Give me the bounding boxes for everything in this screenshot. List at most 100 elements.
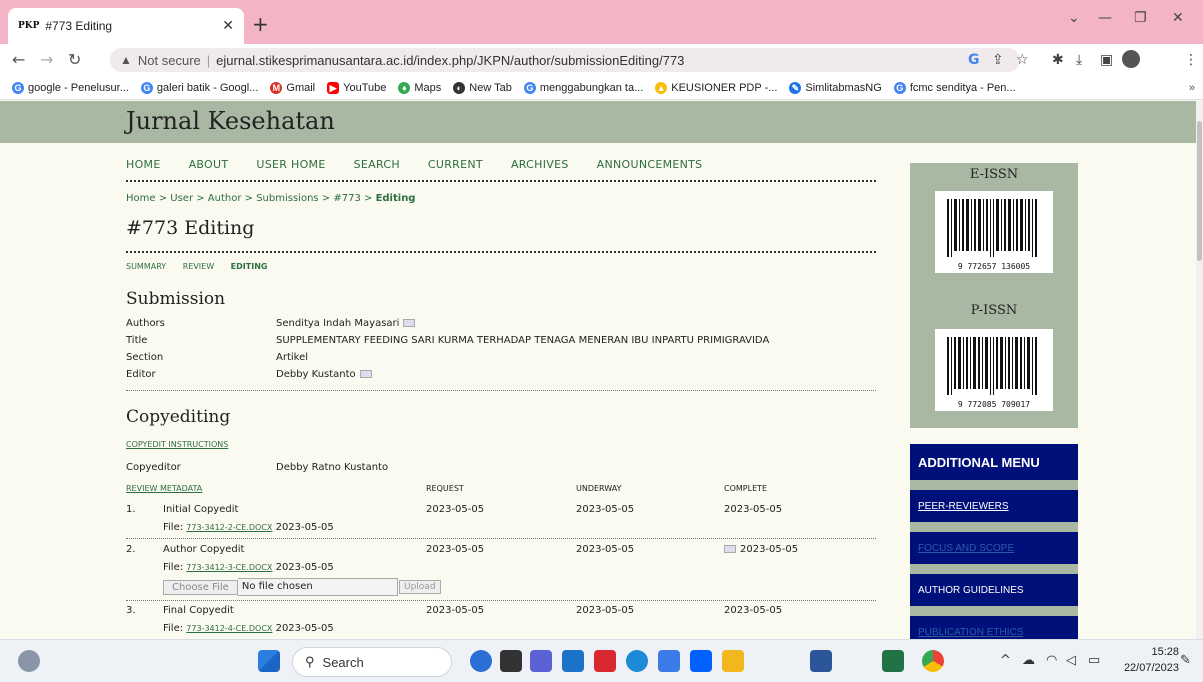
breadcrumb-path[interactable]: Home > User > Author > Submissions > #77… bbox=[126, 193, 376, 204]
underway-date: 2023-05-05 bbox=[576, 605, 635, 616]
copyedit-step-row: 2. Author Copyedit 2023-05-05 2023-05-05… bbox=[126, 544, 876, 576]
bookmark-star-icon[interactable]: ☆ bbox=[1016, 52, 1029, 68]
search-label: Search bbox=[322, 654, 364, 670]
tray-chevron-icon[interactable]: ^ bbox=[1000, 653, 1011, 668]
youtube-icon: ▶ bbox=[327, 81, 340, 94]
bookmark-item[interactable]: Gfcmc senditya - Pen... bbox=[893, 81, 1016, 94]
new-tab-icon[interactable]: + bbox=[252, 12, 269, 36]
windows-start-icon[interactable] bbox=[258, 650, 280, 672]
profile-avatar[interactable] bbox=[1122, 50, 1140, 68]
author-name: Senditya Indah Mayasari bbox=[276, 318, 400, 329]
file-upload-group: Choose File No file chosen Upload bbox=[163, 578, 441, 596]
pissn-barcode: 9 772085 709017 bbox=[935, 329, 1053, 411]
forward-icon[interactable]: → bbox=[40, 50, 53, 69]
bookmark-item[interactable]: M Gmail bbox=[270, 81, 315, 94]
file-explorer-icon[interactable] bbox=[722, 650, 744, 672]
edge-icon[interactable] bbox=[626, 650, 648, 672]
nav-archives[interactable]: ARCHIVES bbox=[511, 158, 569, 180]
copyedit-step-row: 1. Initial Copyedit 2023-05-05 2023-05-0… bbox=[126, 504, 876, 536]
excel-icon[interactable] bbox=[882, 650, 904, 672]
bookmark-item[interactable]: ▲ KEUSIONER PDP -... bbox=[655, 81, 777, 94]
choose-file-button[interactable]: Choose File bbox=[163, 579, 238, 595]
upload-button[interactable]: Upload bbox=[399, 580, 441, 594]
share-icon[interactable]: ⇪ bbox=[992, 52, 1004, 68]
browser-tab[interactable]: PKP #773 Editing ✕ bbox=[8, 8, 244, 44]
download-icon[interactable]: ⤓ bbox=[1076, 52, 1082, 68]
nav-user-home[interactable]: USER HOME bbox=[256, 158, 325, 180]
nav-home[interactable]: HOME bbox=[126, 158, 161, 180]
side-panel-icon[interactable]: ▣ bbox=[1100, 52, 1113, 68]
nav-search[interactable]: SEARCH bbox=[354, 158, 400, 180]
file-date: 2023-05-05 bbox=[275, 623, 334, 634]
address-separator: | bbox=[206, 52, 211, 68]
google-lens-icon[interactable]: G bbox=[968, 52, 980, 68]
email-icon[interactable] bbox=[724, 545, 736, 553]
more-bookmarks-icon[interactable]: » bbox=[1189, 82, 1195, 94]
copyedit-instructions-link[interactable]: COPYEDIT INSTRUCTIONS bbox=[126, 440, 228, 449]
tab-summary[interactable]: SUMMARY bbox=[126, 262, 166, 271]
taskbar-search[interactable]: ⚲ Search bbox=[292, 647, 452, 677]
nav-about[interactable]: ABOUT bbox=[189, 158, 229, 180]
bookmark-item[interactable]: ✎ SimlitabmasNG bbox=[789, 81, 882, 94]
extensions-icon[interactable]: ✱ bbox=[1052, 52, 1064, 68]
address-bar[interactable]: ▲ Not secure | ejurnal.stikesprimanusant… bbox=[110, 48, 1020, 72]
wifi-icon[interactable]: ◠ bbox=[1046, 653, 1057, 668]
tab-editing[interactable]: EDITING bbox=[231, 262, 268, 271]
menu-publication-ethics[interactable]: PUBLICATION ETHICS bbox=[910, 616, 1078, 639]
teams-icon[interactable] bbox=[530, 650, 552, 672]
minimize-icon[interactable]: — bbox=[1098, 10, 1112, 26]
volume-icon[interactable]: ◁ bbox=[1066, 653, 1076, 668]
tab-search-chevron-icon[interactable]: ⌄ bbox=[1068, 10, 1080, 26]
bookmark-item[interactable]: ▶ YouTube bbox=[327, 81, 386, 94]
widgets-icon[interactable] bbox=[18, 650, 40, 672]
bookmark-item[interactable]: ♦ Maps bbox=[398, 81, 441, 94]
menu-focus-and-scope[interactable]: FOCUS AND SCOPE bbox=[910, 532, 1078, 564]
back-icon[interactable]: ← bbox=[12, 50, 25, 69]
bookmark-item[interactable]: ◐ New Tab bbox=[453, 81, 512, 94]
dropbox-icon[interactable] bbox=[690, 650, 712, 672]
task-view-icon[interactable] bbox=[500, 650, 522, 672]
eissn-label: E-ISSN bbox=[969, 167, 1019, 182]
notification-icon[interactable]: ✎ bbox=[1180, 653, 1191, 668]
menu-author-guidelines[interactable]: AUTHOR GUIDELINES bbox=[910, 574, 1078, 606]
file-link[interactable]: 773-3412-3-CE.DOCX bbox=[186, 563, 272, 572]
close-tab-icon[interactable]: ✕ bbox=[222, 18, 234, 34]
bookmark-item[interactable]: Gmenggabungkan ta... bbox=[523, 81, 643, 94]
menu-kebab-icon[interactable]: ⋮ bbox=[1184, 52, 1198, 68]
word-icon[interactable] bbox=[810, 650, 832, 672]
tab-review[interactable]: REVIEW bbox=[183, 262, 214, 271]
bookmark-item[interactable]: Ggoogle - Penelusur... bbox=[12, 81, 129, 94]
step-number: 3. bbox=[126, 605, 136, 616]
reload-icon[interactable]: ↻ bbox=[68, 50, 81, 69]
menu-peer-reviewers[interactable]: PEER-REVIEWERS bbox=[910, 490, 1078, 522]
restore-icon[interactable]: ❐ bbox=[1134, 10, 1147, 26]
detail-key: Authors bbox=[126, 318, 165, 329]
page-scrollbar[interactable] bbox=[1196, 101, 1203, 639]
file-link[interactable]: 773-3412-2-CE.DOCX bbox=[186, 523, 272, 532]
nav-current[interactable]: CURRENT bbox=[428, 158, 483, 180]
row-divider bbox=[126, 600, 876, 601]
mail-icon[interactable] bbox=[562, 650, 584, 672]
wps-icon[interactable] bbox=[594, 650, 616, 672]
bookmark-item[interactable]: Ggaleri batik - Googl... bbox=[140, 81, 258, 94]
file-link[interactable]: 773-3412-4-CE.DOCX bbox=[186, 624, 272, 633]
bing-icon[interactable] bbox=[470, 650, 492, 672]
system-clock[interactable]: 15:28 22/07/2023 bbox=[1124, 644, 1179, 676]
battery-icon[interactable]: ▭ bbox=[1088, 653, 1100, 668]
nav-announcements[interactable]: ANNOUNCEMENTS bbox=[597, 158, 703, 180]
not-secure-label[interactable]: Not secure bbox=[138, 53, 201, 68]
journal-title[interactable]: Jurnal Kesehatan bbox=[126, 107, 335, 135]
url-text[interactable]: ejurnal.stikesprimanusantara.ac.id/index… bbox=[216, 53, 684, 68]
store-icon[interactable] bbox=[658, 650, 680, 672]
chrome-icon[interactable] bbox=[922, 650, 944, 672]
request-date: 2023-05-05 bbox=[426, 605, 485, 616]
breadcrumb-current[interactable]: Editing bbox=[376, 193, 416, 204]
copyediting-heading: Copyediting bbox=[126, 407, 231, 427]
email-icon[interactable] bbox=[359, 370, 372, 378]
scrollbar-thumb[interactable] bbox=[1197, 121, 1202, 261]
close-window-icon[interactable]: ✕ bbox=[1172, 10, 1184, 26]
onedrive-icon[interactable]: ☁ bbox=[1022, 653, 1035, 668]
email-icon[interactable] bbox=[403, 319, 416, 327]
review-metadata-link[interactable]: REVIEW METADATA bbox=[126, 484, 202, 493]
warning-icon: ▲ bbox=[120, 53, 132, 67]
